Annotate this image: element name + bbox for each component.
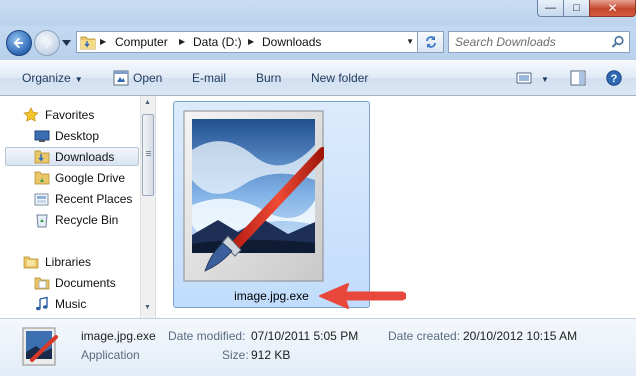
- details-pane: image.jpg.exe Application Date modified:…: [0, 318, 636, 376]
- help-icon[interactable]: ?: [606, 70, 622, 86]
- nav-label: Desktop: [55, 129, 100, 143]
- maximize-button[interactable]: □: [563, 0, 590, 17]
- detail-date-created-value: 20/10/2012 10:15 AM: [463, 329, 578, 343]
- nav-google-drive[interactable]: Google Drive: [0, 168, 141, 188]
- nav-label: Downloads: [55, 150, 115, 164]
- forward-arrow-icon: [43, 37, 53, 49]
- view-options-dropdown-icon[interactable]: ▼: [541, 71, 549, 85]
- preview-pane-icon[interactable]: [570, 70, 586, 86]
- navigation-scrollbar[interactable]: ▲ ▼: [140, 96, 155, 318]
- detail-date-created-label: Date created:: [388, 329, 461, 343]
- nav-libraries[interactable]: Libraries: [0, 252, 141, 272]
- maximize-icon: □: [573, 2, 580, 14]
- minimize-icon: —: [545, 2, 556, 14]
- paint-application-icon: [183, 110, 324, 282]
- minimize-button[interactable]: —: [537, 0, 564, 17]
- nav-label: Favorites: [45, 108, 95, 122]
- scrollbar-thumb[interactable]: [142, 114, 154, 196]
- paint-application-icon: [22, 327, 58, 366]
- breadcrumb-downloads[interactable]: Downloads: [262, 35, 321, 49]
- nav-music[interactable]: Music: [0, 294, 141, 314]
- breadcrumb-separator-icon[interactable]: ▶: [248, 37, 254, 46]
- nav-recycle-bin[interactable]: Recycle Bin: [0, 210, 141, 230]
- detail-size-value: 912 KB: [251, 348, 291, 362]
- folder-icon: [34, 171, 50, 185]
- recycle-bin-icon: [36, 214, 48, 228]
- open-app-icon: [113, 70, 129, 86]
- detail-file-name: image.jpg.exe: [81, 329, 156, 343]
- nav-downloads[interactable]: Downloads: [0, 147, 141, 167]
- nav-recent-places[interactable]: Recent Places: [0, 189, 141, 209]
- scroll-down-icon[interactable]: ▼: [144, 304, 151, 311]
- address-bar[interactable]: ▶ Computer ▶ Data (D:) ▶ Downloads ▼: [76, 31, 418, 53]
- chevron-down-icon: ▼: [74, 75, 83, 84]
- detail-size-label: Size:: [222, 348, 249, 362]
- breadcrumb-separator-icon[interactable]: ▶: [100, 37, 106, 46]
- nav-label: Google Drive: [55, 171, 126, 185]
- nav-label: Documents: [55, 276, 116, 290]
- command-bar: Organize ▼ Open E-mail Burn New folder ▼ …: [0, 60, 636, 96]
- open-button[interactable]: Open: [133, 71, 162, 85]
- music-icon: [35, 296, 48, 311]
- refresh-icon: [426, 36, 436, 48]
- breadcrumb-separator-icon[interactable]: ▶: [179, 37, 185, 46]
- documents-icon: [34, 277, 50, 290]
- libraries-icon: [23, 256, 39, 269]
- forward-button[interactable]: [34, 30, 60, 56]
- detail-date-modified-label: Date modified:: [168, 329, 246, 343]
- breadcrumb-data-drive[interactable]: Data (D:): [193, 35, 242, 49]
- change-view-icon[interactable]: [516, 70, 534, 86]
- red-arrow-annotation: [319, 283, 406, 309]
- scroll-up-icon[interactable]: ▲: [144, 99, 151, 106]
- svg-text:?: ?: [611, 73, 618, 85]
- nav-favorites[interactable]: Favorites: [0, 105, 141, 125]
- breadcrumb-computer[interactable]: Computer: [115, 35, 168, 49]
- close-button[interactable]: ✕: [589, 0, 636, 17]
- close-icon: ✕: [607, 1, 618, 15]
- nav-desktop[interactable]: Desktop: [0, 126, 141, 146]
- search-input[interactable]: Search Downloads: [455, 35, 556, 49]
- file-item-image-jpg-exe[interactable]: image.jpg.exe: [173, 101, 370, 308]
- recent-places-icon: [34, 193, 49, 206]
- title-bar: — □ ✕: [0, 0, 636, 26]
- nav-label: Music: [55, 297, 87, 311]
- refresh-button[interactable]: [418, 31, 444, 53]
- downloads-folder-icon: [34, 150, 50, 164]
- nav-label: Recent Places: [55, 192, 133, 206]
- recent-pages-dropdown-icon[interactable]: [62, 39, 71, 47]
- new-folder-button[interactable]: New folder: [311, 71, 368, 85]
- email-button[interactable]: E-mail: [192, 71, 226, 85]
- nav-documents[interactable]: Documents: [0, 273, 141, 293]
- detail-file-type: Application: [81, 348, 140, 362]
- nav-label: Recycle Bin: [55, 213, 119, 227]
- back-button[interactable]: [6, 30, 32, 56]
- nav-label: Libraries: [45, 255, 92, 269]
- organize-menu[interactable]: Organize ▼: [22, 71, 83, 85]
- navigation-pane: Favorites Desktop Downloads Google Drive…: [0, 96, 156, 318]
- organize-label: Organize: [22, 71, 71, 85]
- burn-button[interactable]: Burn: [256, 71, 281, 85]
- detail-date-modified-value: 07/10/2011 5:05 PM: [251, 329, 359, 343]
- folder-icon: [80, 36, 96, 50]
- search-box[interactable]: Search Downloads: [448, 31, 630, 53]
- back-arrow-icon: [13, 37, 23, 49]
- search-icon[interactable]: [611, 35, 625, 49]
- address-dropdown-icon[interactable]: ▼: [406, 37, 414, 46]
- desktop-icon: [34, 130, 50, 142]
- star-icon: [23, 107, 39, 122]
